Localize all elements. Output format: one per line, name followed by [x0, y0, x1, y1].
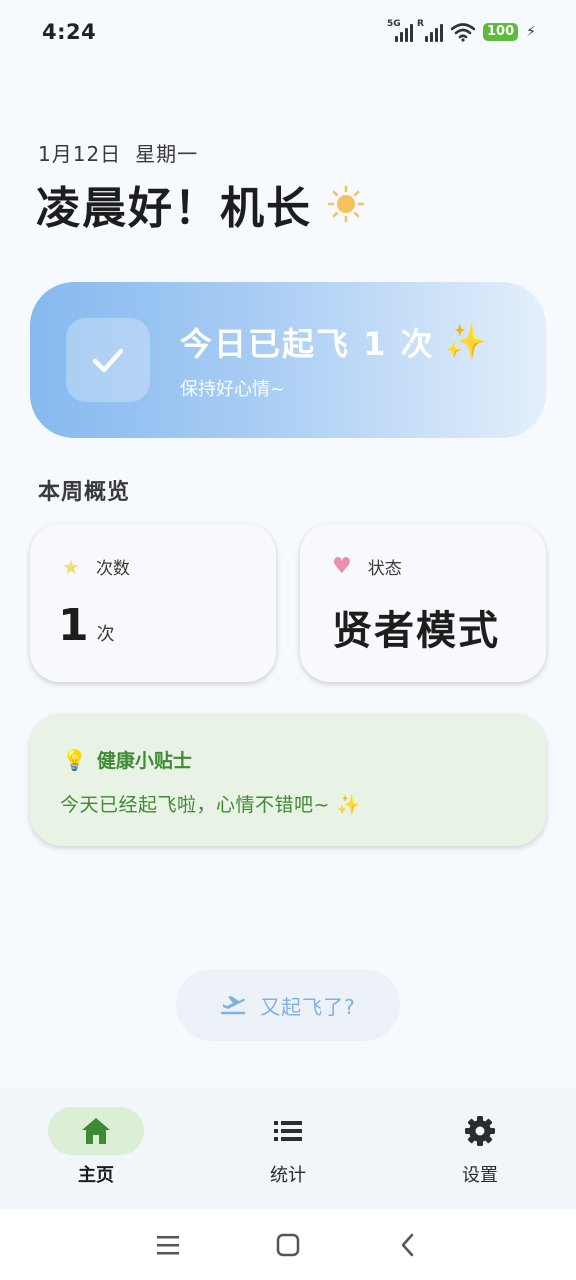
status-card-header: ♥ 状态	[332, 554, 402, 579]
date-text: 1月12日	[38, 142, 122, 166]
signal-5g-icon: 5G	[387, 19, 414, 42]
home-icon	[82, 1118, 110, 1144]
battery-indicator: 100	[483, 23, 519, 41]
bottom-nav: 主页 统计 设置	[0, 1089, 576, 1209]
system-nav-bar	[0, 1209, 576, 1280]
hero-title-text: 今日已起飞 1 次	[180, 325, 435, 363]
tip-header: 💡 健康小贴士	[62, 746, 192, 773]
greeting-text: 凌晨好！机长	[36, 183, 312, 234]
status-label: 状态	[367, 559, 402, 579]
square-icon	[276, 1233, 300, 1256]
status-bar: 4:24 5G R 100 ⚡	[0, 0, 576, 64]
nav-settings-label: 设置	[462, 1165, 498, 1186]
signal-roaming-tag: R	[417, 19, 424, 29]
sparkle-icon: ✨	[444, 322, 489, 362]
count-unit: 次	[96, 624, 115, 645]
tip-text-row: 今天已经起飞啦，心情不错吧~ ✨	[60, 790, 361, 817]
count-value-row: 1 次	[58, 600, 115, 651]
menu-icon	[157, 1235, 179, 1254]
signal-roaming-icon: R	[417, 19, 444, 42]
greeting-title: 凌晨好！机长	[36, 172, 366, 236]
airplane-takeoff-icon	[220, 996, 246, 1015]
charging-icon: ⚡	[526, 24, 536, 40]
count-value: 1	[58, 600, 89, 651]
tip-sparkle-icon: ✨	[336, 794, 361, 816]
tip-text: 今天已经起飞啦，心情不错吧~	[60, 794, 330, 816]
count-card: ★ 次数 1 次	[30, 524, 276, 682]
sun-icon	[327, 185, 365, 223]
nav-item-home[interactable]: 主页	[0, 1089, 192, 1209]
home-button[interactable]	[270, 1227, 306, 1263]
star-icon: ★	[62, 554, 80, 579]
gear-icon	[465, 1116, 495, 1146]
overview-title: 本周概览	[38, 480, 131, 505]
check-icon	[92, 348, 124, 373]
nav-settings-pill	[432, 1107, 528, 1155]
status-value: 贤者模式	[332, 608, 500, 654]
nav-home-label: 主页	[78, 1165, 114, 1186]
hero-title: 今日已起飞 1 次 ✨	[180, 319, 489, 365]
list-icon	[274, 1121, 302, 1141]
nav-item-stats[interactable]: 统计	[192, 1089, 384, 1209]
health-tip-card: 💡 健康小贴士 今天已经起飞啦，心情不错吧~ ✨	[30, 714, 546, 846]
back-chevron-icon	[401, 1233, 414, 1256]
wifi-icon	[451, 23, 476, 42]
signal-5g-tag: 5G	[387, 19, 401, 29]
recent-apps-button[interactable]	[150, 1227, 186, 1263]
nav-item-settings[interactable]: 设置	[384, 1089, 576, 1209]
nav-stats-pill	[240, 1107, 336, 1155]
hero-text: 今日已起飞 1 次 ✨ 保持好心情~	[180, 319, 489, 401]
status-card: ♥ 状态 贤者模式	[300, 524, 546, 682]
status-icons: 5G R 100 ⚡	[387, 19, 536, 42]
count-label: 次数	[95, 559, 130, 579]
tip-title: 健康小贴士	[96, 750, 192, 772]
takeoff-again-label: 又起飞了?	[260, 994, 356, 1019]
heart-icon: ♥	[332, 554, 352, 579]
lightbulb-icon: 💡	[62, 747, 87, 772]
hero-subtitle: 保持好心情~	[180, 379, 286, 400]
check-badge	[66, 318, 150, 402]
back-button[interactable]	[390, 1227, 426, 1263]
nav-stats-label: 统计	[270, 1165, 306, 1186]
date-line: 1月12日 星期一	[38, 138, 198, 167]
nav-home-pill	[48, 1107, 144, 1155]
today-summary-card: 今日已起飞 1 次 ✨ 保持好心情~	[30, 282, 546, 438]
status-time: 4:24	[42, 20, 97, 44]
weekday-text: 星期一	[135, 142, 199, 166]
takeoff-again-button[interactable]: 又起飞了?	[176, 969, 400, 1041]
count-card-header: ★ 次数	[62, 554, 130, 580]
